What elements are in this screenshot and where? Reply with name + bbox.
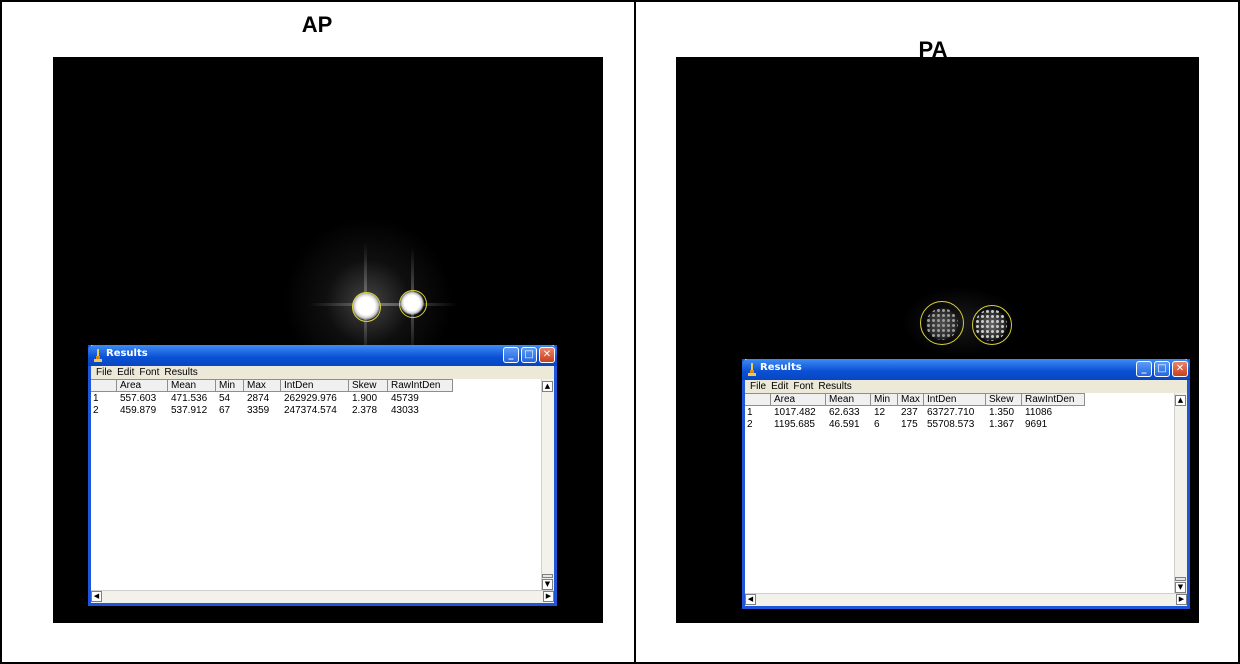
panel-divider: [634, 0, 636, 664]
cell-mean: 46.591: [829, 419, 860, 430]
cell-rawintden: 11086: [1025, 407, 1053, 418]
ap-vertical-scrollbar[interactable]: ▲ ▼: [541, 379, 554, 590]
scroll-down-icon[interactable]: ▼: [542, 579, 553, 590]
menu-file[interactable]: File: [96, 366, 112, 379]
maximize-icon[interactable]: □: [1154, 361, 1170, 377]
cell-rawintden: 9691: [1025, 419, 1048, 430]
column-header[interactable]: IntDen: [924, 393, 986, 406]
cell-area: 557.603: [120, 393, 157, 404]
pa-window-title: Results: [760, 362, 802, 373]
cell-mean: 471.536: [171, 393, 208, 404]
column-header[interactable]: Area: [771, 393, 826, 406]
column-header[interactable]: Area: [117, 379, 168, 392]
imagej-microscope-icon: [748, 363, 756, 376]
scroll-down-icon[interactable]: ▼: [1175, 582, 1186, 593]
scroll-left-icon[interactable]: ◀: [91, 591, 102, 602]
column-header[interactable]: RawIntDen: [1022, 393, 1085, 406]
row-index: 2: [93, 405, 99, 416]
scroll-up-icon[interactable]: ▲: [1175, 395, 1186, 406]
cell-area: 1017.482: [774, 407, 816, 418]
maximize-icon[interactable]: □: [521, 347, 537, 363]
cell-area: 1195.685: [774, 419, 815, 430]
column-header[interactable]: Mean: [168, 379, 216, 392]
scroll-right-icon[interactable]: ▶: [1176, 594, 1187, 605]
menu-edit[interactable]: Edit: [117, 366, 134, 379]
cell-intden: 262929.976: [284, 393, 337, 404]
cell-min: 12: [874, 407, 886, 418]
cell-min: 6: [874, 419, 880, 430]
cell-min: 67: [219, 405, 231, 416]
pa-scroll-thumb[interactable]: [1175, 577, 1186, 581]
menu-file[interactable]: File: [750, 380, 766, 393]
pa-vertical-scrollbar[interactable]: ▲ ▼: [1174, 393, 1187, 593]
ap-menubar: File Edit Font Results: [91, 366, 554, 379]
panel-label-ap: AP: [301, 12, 333, 37]
ap-window-title: Results: [106, 348, 148, 359]
cell-intden: 55708.573: [927, 419, 975, 430]
menu-font[interactable]: Font: [793, 380, 813, 393]
pa-results-window[interactable]: Results _ □ ✕ File Edit Font Results Area M…: [742, 359, 1190, 609]
cell-intden: 63727.710: [927, 407, 975, 418]
row-index: 1: [93, 393, 99, 404]
column-header[interactable]: Skew: [986, 393, 1022, 406]
ap-scroll-thumb[interactable]: [542, 574, 553, 578]
close-icon[interactable]: ✕: [539, 347, 555, 363]
minimize-icon[interactable]: _: [503, 347, 519, 363]
row-index: 2: [747, 419, 753, 430]
cell-skew: 1.900: [352, 393, 378, 404]
column-header[interactable]: Mean: [826, 393, 871, 406]
menu-edit[interactable]: Edit: [771, 380, 788, 393]
cell-mean: 62.633: [829, 407, 860, 418]
pa-horizontal-scrollbar[interactable]: ◀ ▶: [745, 593, 1187, 606]
row-number-header: [745, 393, 771, 406]
row-number-header: [91, 379, 117, 392]
pa-roi-1[interactable]: [920, 301, 964, 345]
ap-ray-horizontal: [308, 303, 458, 306]
pa-image: Results _ □ ✕ File Edit Font Results Area M…: [676, 57, 1199, 623]
pa-titlebar[interactable]: Results _ □ ✕: [742, 359, 1190, 380]
column-header[interactable]: Max: [244, 379, 281, 392]
cell-skew: 1.367: [989, 419, 1015, 430]
scroll-right-icon[interactable]: ▶: [543, 591, 554, 602]
ap-roi-2[interactable]: [399, 290, 427, 318]
minimize-icon[interactable]: _: [1136, 361, 1152, 377]
cell-skew: 1.350: [989, 407, 1015, 418]
ap-image: Results _ □ ✕ File Edit Font Results Area M…: [53, 57, 603, 623]
menu-results[interactable]: Results: [164, 366, 197, 379]
close-icon[interactable]: ✕: [1172, 361, 1188, 377]
pa-menubar: File Edit Font Results: [745, 380, 1187, 393]
ap-results-window[interactable]: Results _ □ ✕ File Edit Font Results Area M…: [88, 345, 557, 606]
cell-rawintden: 43033: [391, 405, 419, 416]
row-index: 1: [747, 407, 753, 418]
column-header[interactable]: Min: [216, 379, 244, 392]
cell-max: 237: [901, 407, 918, 418]
ap-roi-1[interactable]: [352, 292, 381, 322]
cell-intden: 247374.574: [284, 405, 337, 416]
ap-titlebar[interactable]: Results _ □ ✕: [88, 345, 557, 366]
menu-results[interactable]: Results: [818, 380, 851, 393]
imagej-microscope-icon: [94, 349, 102, 362]
column-header[interactable]: Min: [871, 393, 898, 406]
column-header[interactable]: RawIntDen: [388, 379, 453, 392]
cell-rawintden: 45739: [391, 393, 419, 404]
column-header[interactable]: Skew: [349, 379, 388, 392]
column-header[interactable]: Max: [898, 393, 924, 406]
cell-area: 459.879: [120, 405, 157, 416]
cell-min: 54: [219, 393, 231, 404]
cell-skew: 2.378: [352, 405, 378, 416]
column-header[interactable]: IntDen: [281, 379, 349, 392]
cell-max: 2874: [247, 393, 270, 404]
pa-roi-2[interactable]: [972, 305, 1012, 345]
ap-horizontal-scrollbar[interactable]: ◀ ▶: [91, 590, 554, 603]
scroll-left-icon[interactable]: ◀: [745, 594, 756, 605]
cell-max: 3359: [247, 405, 270, 416]
menu-font[interactable]: Font: [139, 366, 159, 379]
cell-mean: 537.912: [171, 405, 208, 416]
cell-max: 175: [901, 419, 918, 430]
scroll-up-icon[interactable]: ▲: [542, 381, 553, 392]
